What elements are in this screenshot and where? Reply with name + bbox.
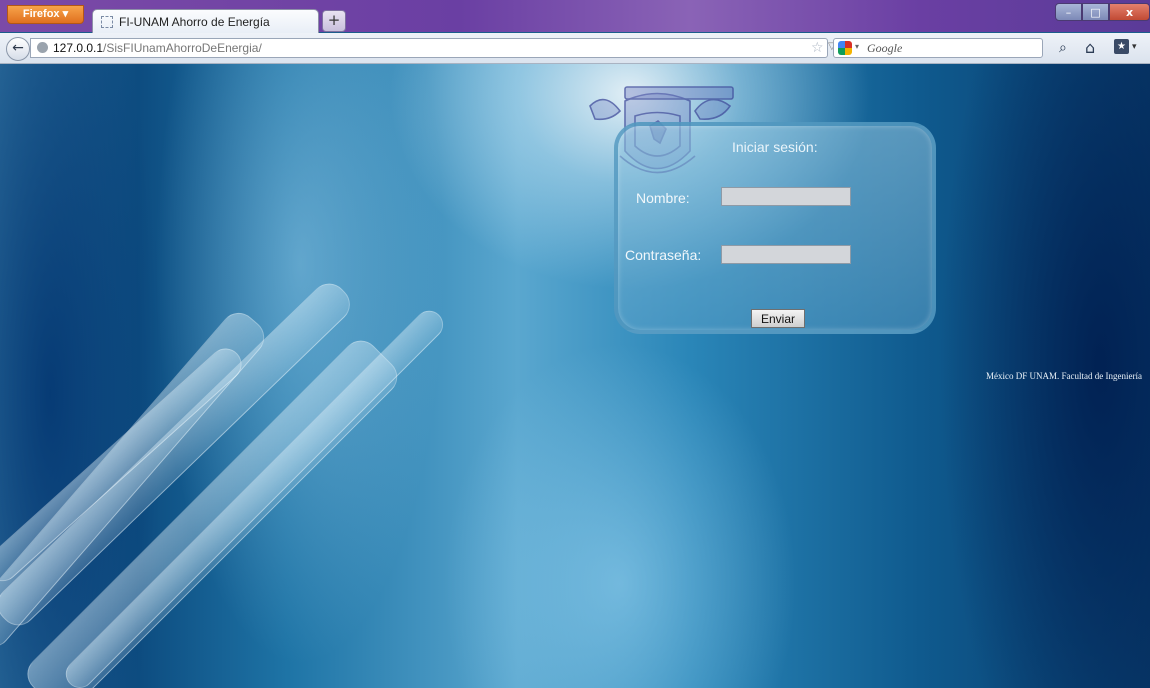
url-path: /SisFIUnamAhorroDeEnergia/ <box>103 41 262 55</box>
password-input[interactable] <box>721 245 851 264</box>
navigation-toolbar: ← 127.0.0.1/SisFIUnamAhorroDeEnergia/ ☆ … <box>0 33 1150 64</box>
name-input[interactable] <box>721 187 851 206</box>
search-bar[interactable]: ▾ Google <box>833 38 1043 58</box>
back-arrow-icon[interactable]: ← <box>6 37 30 61</box>
page-content: Iniciar sesión: Nombre: Contraseña: Envi… <box>0 64 1150 688</box>
firefox-menu-label: Firefox <box>22 8 60 20</box>
search-engine-dropdown-icon[interactable]: ▾ <box>855 42 859 51</box>
browser-tab[interactable]: FI-UNAM Ahorro de Energía <box>92 9 319 34</box>
new-tab-button[interactable]: + <box>322 10 346 32</box>
search-icon[interactable]: ⌕ <box>1059 40 1067 56</box>
google-icon[interactable] <box>838 41 852 55</box>
bookmarks-icon[interactable]: ★ <box>1114 39 1129 54</box>
globe-icon <box>37 42 48 53</box>
login-title: Iniciar sesión: <box>732 139 818 155</box>
close-button[interactable]: x <box>1109 3 1150 21</box>
url-host: 127.0.0.1 <box>53 41 104 55</box>
search-placeholder: Google <box>867 41 903 55</box>
footer-text: México DF UNAM. Facultad de Ingeniería <box>986 371 1142 381</box>
url-text[interactable]: 127.0.0.1/SisFIUnamAhorroDeEnergia/ <box>53 41 262 55</box>
firefox-menu-button[interactable]: Firefox ▾ <box>7 5 84 24</box>
address-bar[interactable]: 127.0.0.1/SisFIUnamAhorroDeEnergia/ ☆ ▽ … <box>30 38 852 58</box>
bookmarks-dropdown-icon[interactable]: ▾ <box>1132 42 1137 52</box>
password-label: Contraseña: <box>625 247 702 263</box>
submit-button[interactable]: Enviar <box>751 309 805 328</box>
tab-title: FI-UNAM Ahorro de Energía <box>119 15 270 29</box>
maximize-button[interactable]: □ <box>1082 3 1109 21</box>
home-icon[interactable]: ⌂ <box>1085 38 1095 57</box>
window-titlebar: Firefox ▾ FI-UNAM Ahorro de Energía + – … <box>0 0 1150 34</box>
default-favicon-icon <box>101 16 113 28</box>
star-icon[interactable]: ☆ <box>811 40 824 56</box>
name-label: Nombre: <box>636 190 690 206</box>
minimize-button[interactable]: – <box>1055 3 1082 21</box>
